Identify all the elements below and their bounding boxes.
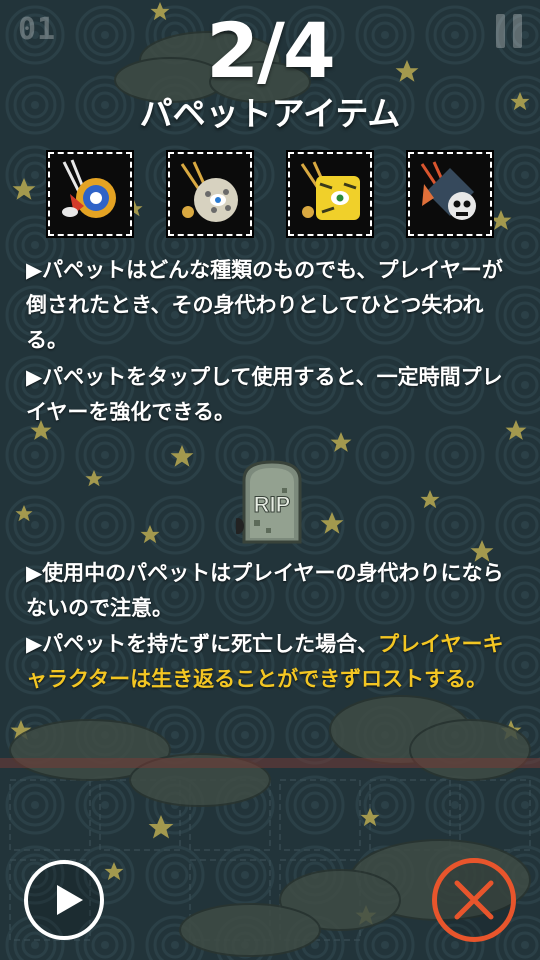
close-icon	[454, 880, 494, 920]
puppet-item-3	[286, 150, 374, 238]
description-paragraph-1: ▶パペットはどんな種類のものでも、プレイヤーが倒されたとき、その身代わりとしてひ…	[26, 258, 503, 352]
puppet-item-1	[46, 150, 134, 238]
puppet-item-row	[46, 150, 494, 238]
page-indicator: 2/4	[206, 6, 336, 95]
play-button[interactable]	[24, 860, 104, 940]
paragraph-4-text: ▶パペットを持たずに死亡した場合、	[26, 632, 379, 656]
play-icon	[57, 885, 83, 915]
puppet-skull-diamond-icon	[410, 154, 490, 234]
description-paragraph-2: ▶パペットをタップして使用すると、一定時間プレイヤーを強化できる。	[26, 365, 503, 424]
tombstone-icon: RIP	[236, 460, 302, 544]
game-screen: 01 2/4 パペットアイテム ▶パペットはどんな種類のものでも、プレイヤーが倒…	[0, 0, 540, 960]
description-paragraph-4: ▶パペットを持たずに死亡した場合、プレイヤーキャラクターは生き返ることができずロ…	[26, 627, 521, 697]
puppet-gold-mask-icon	[170, 154, 250, 234]
close-button[interactable]	[432, 858, 516, 942]
tombstone-label: RIP	[254, 492, 291, 517]
puppet-blue-gear-icon	[50, 154, 130, 234]
page-title: パペットアイテム	[139, 94, 401, 133]
puppet-item-2	[166, 150, 254, 238]
description-paragraph-3: ▶使用中のパペットはプレイヤーの身代わりにならないので注意。	[26, 561, 504, 620]
puppet-yellow-tiger-icon	[290, 154, 370, 234]
puppet-item-4	[406, 150, 494, 238]
